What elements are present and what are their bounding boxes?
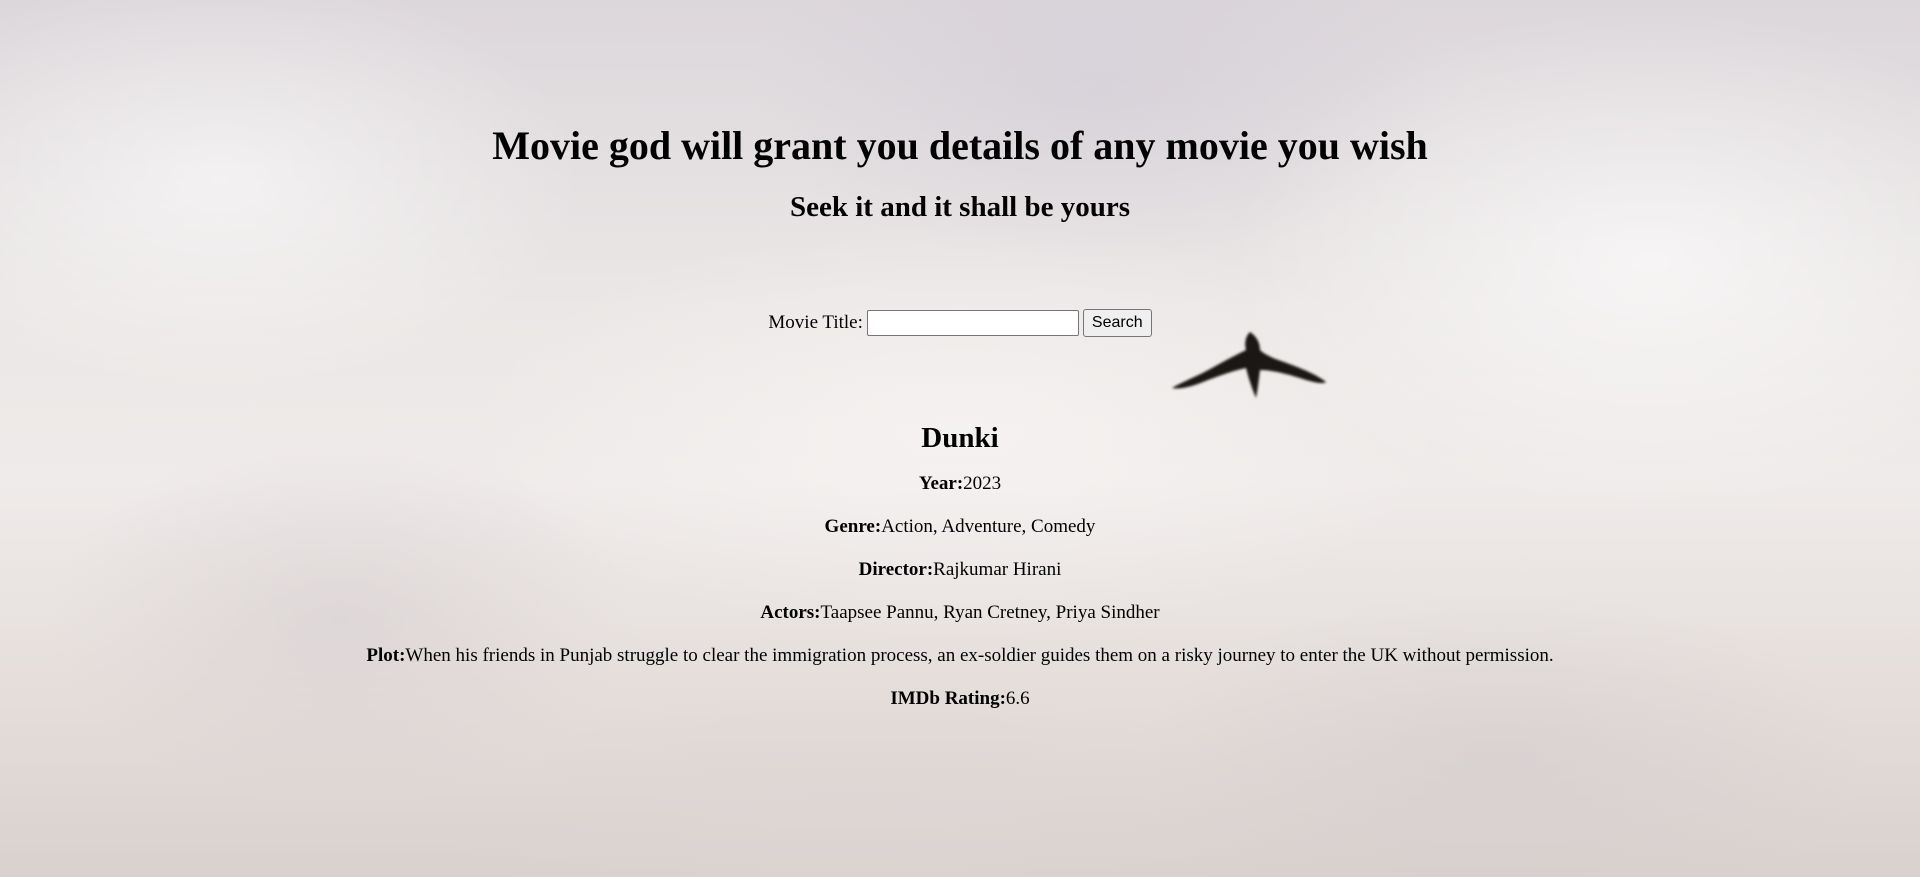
movie-year: Year:2023: [0, 473, 1920, 495]
movie-director-label: Director:: [858, 559, 934, 580]
movie-title: Dunki: [921, 422, 999, 454]
movie-plot-label: Plot:: [366, 645, 406, 666]
page-content: Movie god will grant you details of any …: [0, 0, 1920, 710]
movie-plot-value: When his friends in Punjab struggle to c…: [405, 645, 1554, 666]
movie-rating-value: 6.6: [1005, 688, 1030, 709]
movie-rating: IMDb Rating:6.6: [0, 688, 1920, 710]
movie-year-value: 2023: [963, 473, 1002, 494]
search-form: Movie Title: Search: [0, 308, 1920, 338]
movie-title-input[interactable]: [866, 310, 1079, 336]
movie-year-label: Year:: [918, 473, 964, 494]
movie-actors-value: Taapsee Pannu, Ryan Cretney, Priya Sindh…: [820, 602, 1160, 623]
search-button[interactable]: Search: [1082, 309, 1152, 337]
movie-rating-label: IMDb Rating:: [890, 688, 1006, 709]
movie-actors: Actors:Taapsee Pannu, Ryan Cretney, Priy…: [0, 602, 1920, 624]
movie-director-value: Rajkumar Hirani: [933, 559, 1062, 580]
movie-genre-label: Genre:: [824, 516, 882, 537]
movie-genre: Genre:Action, Adventure, Comedy: [0, 516, 1920, 538]
page-subtitle: Seek it and it shall be yours: [790, 191, 1130, 223]
movie-director: Director:Rajkumar Hirani: [0, 559, 1920, 581]
movie-genre-value: Action, Adventure, Comedy: [881, 516, 1096, 537]
page-title: Movie god will grant you details of any …: [492, 123, 1428, 168]
movie-plot: Plot:When his friends in Punjab struggle…: [0, 645, 1920, 667]
movie-title-label: Movie Title:: [768, 312, 863, 333]
movie-actors-label: Actors:: [760, 602, 821, 623]
